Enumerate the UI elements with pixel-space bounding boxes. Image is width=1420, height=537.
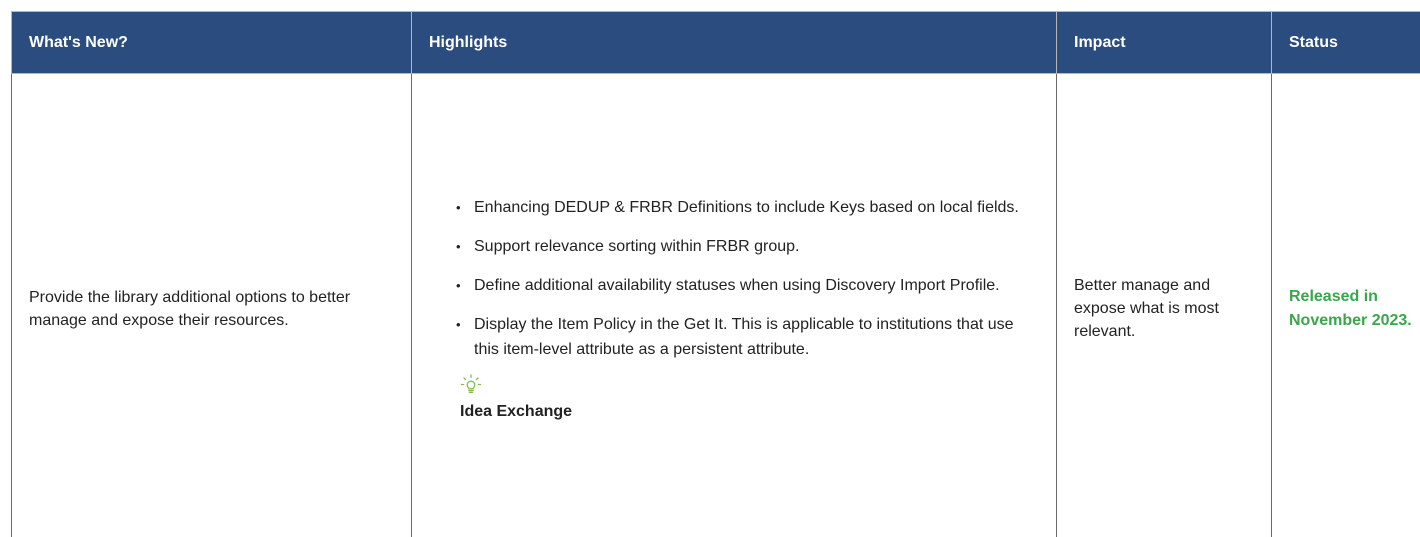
- header-impact: Impact: [1056, 11, 1272, 74]
- roadmap-table: What's New? Highlights Impact Status Pro…: [11, 11, 1420, 537]
- header-status: Status: [1271, 11, 1420, 74]
- whats-new-text: Provide the library additional options t…: [29, 288, 351, 329]
- impact-text: Better manage and expose what is most re…: [1074, 277, 1219, 341]
- list-item: Define additional availability statuses …: [456, 273, 1039, 298]
- cell-whats-new: Provide the library additional options t…: [11, 73, 412, 537]
- list-item: Display the Item Policy in the Get It. T…: [456, 312, 1039, 362]
- cell-status: Released in November 2023.: [1271, 73, 1420, 537]
- idea-exchange-link[interactable]: Idea Exchange: [460, 400, 572, 423]
- header-highlights: Highlights: [411, 11, 1057, 74]
- highlights-list: Enhancing DEDUP & FRBR Definitions to in…: [429, 195, 1039, 362]
- cell-highlights: Enhancing DEDUP & FRBR Definitions to in…: [411, 73, 1057, 537]
- header-whats-new: What's New?: [11, 11, 412, 74]
- idea-exchange-block[interactable]: Idea Exchange: [460, 374, 1039, 423]
- list-item: Support relevance sorting within FRBR gr…: [456, 234, 1039, 259]
- table-row: Provide the library additional options t…: [11, 73, 1420, 537]
- list-item: Enhancing DEDUP & FRBR Definitions to in…: [456, 195, 1039, 220]
- status-badge: Released in November 2023.: [1289, 287, 1412, 329]
- cell-impact: Better manage and expose what is most re…: [1056, 73, 1272, 537]
- table-header-row: What's New? Highlights Impact Status: [11, 11, 1420, 74]
- lightbulb-icon: [460, 374, 482, 393]
- roadmap-table-container: What's New? Highlights Impact Status Pro…: [0, 0, 1420, 537]
